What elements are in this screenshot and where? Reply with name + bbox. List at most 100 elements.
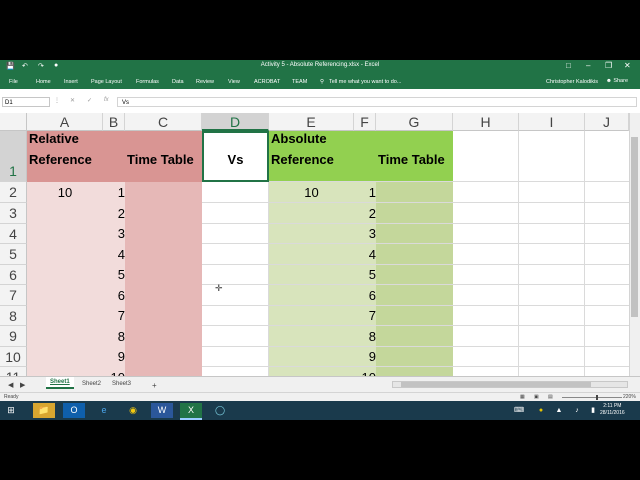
tab-data[interactable]: Data	[172, 79, 184, 85]
spreadsheet-grid[interactable]: A B C D E F G H I J 1 2 3 4 5 6 7 8 9 10…	[0, 113, 640, 376]
cell-b9[interactable]: 8	[103, 326, 127, 347]
tab-view[interactable]: View	[228, 79, 240, 85]
cell-e1-line1[interactable]: Absolute	[271, 131, 327, 146]
cell-b4[interactable]: 3	[103, 224, 127, 244]
cell-f8[interactable]: 7	[354, 306, 378, 326]
insert-function-icon[interactable]: fx	[104, 97, 109, 103]
tab-review[interactable]: Review	[196, 79, 214, 85]
row-header-3[interactable]: 3	[0, 203, 27, 224]
zoom-level[interactable]: 220%	[623, 394, 636, 400]
app-icon[interactable]: ◯	[209, 403, 231, 418]
gridline	[202, 181, 629, 182]
select-all-corner[interactable]	[0, 113, 27, 131]
sheet-tab-sheet3[interactable]: Sheet3	[108, 379, 135, 389]
share-button[interactable]: ☻ Share	[603, 77, 631, 85]
page-break-view-icon[interactable]: ▤	[548, 394, 553, 400]
column-header-c[interactable]: C	[125, 113, 202, 131]
cell-f10[interactable]: 9	[354, 347, 378, 367]
cell-f4[interactable]: 3	[354, 224, 378, 244]
maximize-icon[interactable]: ❐	[605, 61, 612, 70]
cancel-icon[interactable]: ✕	[70, 97, 75, 104]
tab-file[interactable]: File	[9, 79, 18, 85]
minimize-icon[interactable]: –	[586, 61, 590, 70]
page-layout-view-icon[interactable]: ▣	[534, 394, 539, 400]
horizontal-scrollbar[interactable]	[392, 381, 628, 388]
file-explorer-icon[interactable]: 📁	[33, 403, 55, 418]
add-sheet-icon[interactable]: +	[148, 379, 161, 392]
cell-b8[interactable]: 7	[103, 306, 127, 326]
row-header-10[interactable]: 10	[0, 347, 27, 367]
tab-acrobat[interactable]: ACROBAT	[254, 79, 280, 85]
cell-b2[interactable]: 1	[103, 182, 127, 203]
cell-a2[interactable]: 10	[27, 182, 103, 203]
column-header-b[interactable]: B	[103, 113, 125, 131]
row-header-7[interactable]: 7	[0, 285, 27, 306]
sheet-tab-sheet2[interactable]: Sheet2	[78, 379, 105, 389]
windows-start-icon[interactable]: ⊞	[0, 403, 22, 418]
row-header-2[interactable]: 2	[0, 182, 27, 203]
tell-me-box[interactable]: Tell me what you want to do...	[329, 79, 401, 85]
vertical-scroll-thumb[interactable]	[631, 137, 638, 317]
cell-b6[interactable]: 5	[103, 265, 127, 285]
row-header-8[interactable]: 8	[0, 306, 27, 326]
excel-icon[interactable]: X	[180, 403, 202, 420]
tab-team[interactable]: TEAM	[292, 79, 307, 85]
cell-f6[interactable]: 5	[354, 265, 378, 285]
ribbon-display-icon[interactable]: □	[566, 61, 571, 70]
cell-b3[interactable]: 2	[103, 203, 127, 224]
tab-page-layout[interactable]: Page Layout	[91, 79, 122, 85]
column-header-i[interactable]: I	[519, 113, 585, 131]
cell-b5[interactable]: 4	[103, 244, 127, 265]
cell-e1-line2[interactable]: Reference	[271, 152, 334, 167]
zoom-slider[interactable]	[562, 397, 622, 398]
column-header-g[interactable]: G	[376, 113, 453, 131]
cell-f3[interactable]: 2	[354, 203, 378, 224]
tab-home[interactable]: Home	[36, 79, 51, 85]
cell-g1[interactable]: Time Table	[378, 152, 445, 167]
row-header-5[interactable]: 5	[0, 244, 27, 265]
sheet-tab-sheet1[interactable]: Sheet1	[46, 377, 74, 389]
cell-f9[interactable]: 8	[354, 326, 378, 347]
formula-input[interactable]: Vs	[117, 97, 637, 107]
taskbar-clock[interactable]: 2:11 PM 28/11/2016	[600, 403, 625, 417]
edge-icon[interactable]: e	[93, 403, 115, 418]
cell-e2[interactable]: 10	[269, 182, 354, 203]
tab-formulas[interactable]: Formulas	[136, 79, 159, 85]
cell-b7[interactable]: 6	[103, 285, 127, 306]
scroll-right-icon[interactable]: ▶	[16, 379, 29, 391]
more-icon[interactable]: ⋮	[54, 97, 60, 104]
row-header-9[interactable]: 9	[0, 326, 27, 347]
enter-icon[interactable]: ✓	[87, 97, 92, 104]
column-header-d[interactable]: D	[202, 113, 269, 131]
cell-f5[interactable]: 4	[354, 244, 378, 265]
outlook-icon[interactable]: O	[63, 403, 85, 418]
close-icon[interactable]: ✕	[624, 61, 631, 70]
cell-d1[interactable]: Vs	[202, 152, 269, 167]
zoom-slider-thumb[interactable]	[596, 395, 598, 400]
row-header-6[interactable]: 6	[0, 265, 27, 285]
cell-b11[interactable]: 10	[95, 367, 127, 376]
row-header-11[interactable]: 11	[0, 367, 27, 376]
keyboard-icon[interactable]: ⌨	[508, 403, 530, 418]
horizontal-scroll-thumb[interactable]	[401, 382, 591, 387]
name-box[interactable]: D1	[2, 97, 50, 107]
cell-b10[interactable]: 9	[103, 347, 127, 367]
cell-f7[interactable]: 6	[354, 285, 378, 306]
cell-c1[interactable]: Time Table	[127, 152, 194, 167]
cell-a1-line2[interactable]: Reference	[29, 152, 92, 167]
word-icon[interactable]: W	[151, 403, 173, 418]
cell-a1-line1[interactable]: Relative	[29, 131, 79, 146]
chrome-icon[interactable]: ◉	[122, 403, 144, 418]
row-header-4[interactable]: 4	[0, 224, 27, 244]
column-header-e[interactable]: E	[269, 113, 354, 131]
column-header-a[interactable]: A	[27, 113, 103, 131]
tab-insert[interactable]: Insert	[64, 79, 78, 85]
column-header-j[interactable]: J	[585, 113, 629, 131]
user-name[interactable]: Christopher Kalodikis	[546, 79, 598, 85]
column-header-h[interactable]: H	[453, 113, 519, 131]
column-header-f[interactable]: F	[354, 113, 376, 131]
cell-f11[interactable]: 10	[346, 367, 378, 376]
cell-f2[interactable]: 1	[354, 182, 378, 203]
row-header-1[interactable]: 1	[0, 131, 27, 182]
normal-view-icon[interactable]: ▦	[520, 394, 525, 400]
